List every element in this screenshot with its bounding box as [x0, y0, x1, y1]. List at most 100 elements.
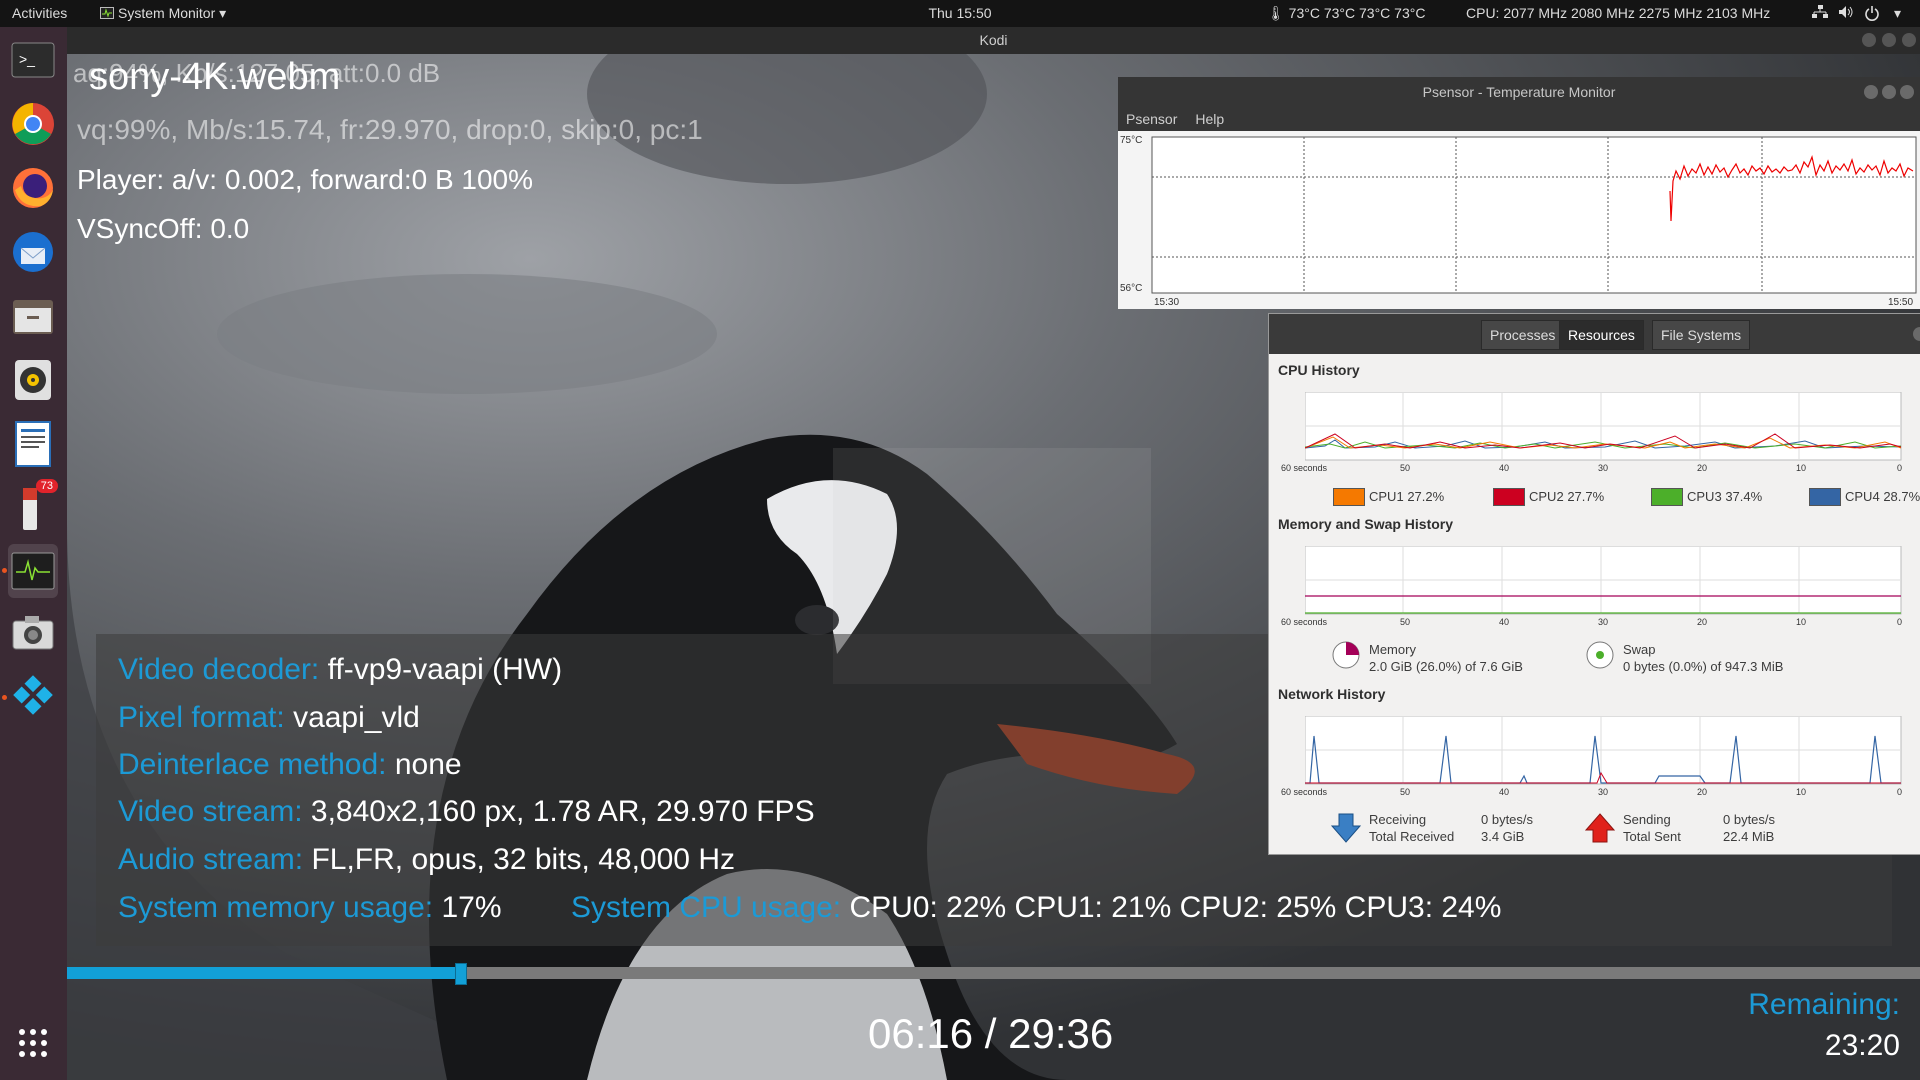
total-received-value: 3.4 GiB	[1481, 829, 1525, 844]
thunderbird-icon	[13, 232, 53, 272]
deinterlace-value: none	[394, 748, 462, 781]
screenshot-icon	[12, 616, 54, 650]
show-applications-button[interactable]	[8, 1018, 58, 1068]
network-history-graph	[1305, 716, 1902, 785]
volume-icon[interactable]	[1838, 5, 1854, 22]
close-button[interactable]	[1902, 33, 1916, 47]
minimize-button[interactable]	[1864, 85, 1878, 99]
audio-stream-value: FL,FR, opus, 32 bits, 48,000 Hz	[311, 843, 735, 876]
temp-y-max: 75°C	[1120, 135, 1142, 146]
psensor-titlebar[interactable]: Psensor - Temperature Monitor	[1118, 77, 1920, 107]
temp-x-start: 15:30	[1154, 297, 1179, 308]
cpu-frequency-indicator[interactable]: CPU: 2077 MHz 2080 MHz 2275 MHz 2103 MHz	[1466, 5, 1770, 21]
memory-axis-tick: 10	[1796, 617, 1807, 627]
remaining-value: 23:20	[1824, 1029, 1900, 1062]
playback-time: 06:16 / 29:36	[868, 1010, 1114, 1057]
files-launcher[interactable]	[8, 291, 58, 341]
app-menu-label: System Monitor ▾	[118, 5, 227, 21]
memory-pie-icon[interactable]	[1331, 640, 1361, 670]
cpu2-swatch[interactable]	[1493, 488, 1525, 506]
dock: >_ 73	[0, 27, 67, 1080]
minimize-button[interactable]	[1913, 327, 1920, 341]
power-icon[interactable]	[1864, 5, 1880, 24]
maximize-button[interactable]	[1882, 85, 1896, 99]
menu-help[interactable]: Help	[1195, 111, 1224, 127]
software-launcher[interactable]: 73	[8, 479, 58, 533]
cpu-legend: CPU1 27.2% CPU2 27.7% CPU3 37.4% CPU4 28…	[1269, 487, 1920, 507]
total-sent-value: 22.4 MiB	[1723, 829, 1775, 844]
thermometer-icon: 🌡	[1267, 5, 1285, 21]
network-axis-tick: 40	[1499, 787, 1510, 797]
clock[interactable]: Thu 15:50	[928, 5, 991, 21]
running-indicator	[2, 568, 7, 573]
system-cpu-key: System CPU usage:	[571, 891, 842, 924]
minimize-button[interactable]	[1862, 33, 1876, 47]
firefox-launcher[interactable]	[8, 163, 58, 213]
memory-axis-tick: 20	[1697, 617, 1708, 627]
video-stream-row: Video stream: 3,840x2,160 px, 1.78 AR, 2…	[118, 795, 815, 829]
memory-axis-tick: 50	[1400, 617, 1411, 627]
app-menu-button[interactable]: System Monitor ▾	[100, 5, 226, 22]
memory-axis-tick: 40	[1499, 617, 1510, 627]
system-menu-arrow-icon[interactable]: ▾	[1894, 5, 1901, 22]
seek-bar[interactable]	[67, 963, 1920, 985]
tab-resources[interactable]: Resources	[1559, 320, 1644, 350]
kodi-titlebar[interactable]: Kodi	[67, 27, 1920, 54]
memory-label: Memory	[1369, 642, 1416, 657]
pixel-format-row: Pixel format: vaapi_vld	[118, 701, 420, 735]
swap-pie-icon[interactable]	[1585, 640, 1615, 670]
receiving-arrow-icon[interactable]	[1331, 812, 1361, 844]
cpu1-label: CPU1 27.2%	[1369, 489, 1445, 504]
cpu-axis-tick: 20	[1697, 463, 1708, 473]
cpu4-label: CPU4 28.7%	[1845, 489, 1920, 504]
network-icon[interactable]	[1812, 5, 1828, 22]
seek-bar-handle[interactable]	[454, 963, 467, 985]
cpu4-swatch[interactable]	[1809, 488, 1841, 506]
system-monitor-launcher[interactable]	[8, 544, 58, 598]
thunderbird-launcher[interactable]	[8, 227, 58, 277]
tab-processes[interactable]: Processes	[1481, 320, 1565, 350]
psensor-title: Psensor - Temperature Monitor	[1422, 84, 1616, 100]
memory-axis-tick: 30	[1598, 617, 1609, 627]
terminal-launcher[interactable]: >_	[8, 35, 58, 85]
cpu-history-graph	[1305, 392, 1902, 461]
cpu3-swatch[interactable]	[1651, 488, 1683, 506]
sending-arrow-icon[interactable]	[1585, 812, 1615, 844]
kodi-launcher[interactable]	[8, 670, 58, 720]
system-cpu-row: System CPU usage: CPU0: 22% CPU1: 21% CP…	[571, 891, 1501, 925]
temperature-values: 73°C 73°C 73°C 73°C	[1288, 5, 1426, 21]
psensor-menubar: Psensor Help	[1118, 107, 1920, 131]
osd-vsync: VSyncOff: 0.0	[77, 213, 250, 244]
chrome-launcher[interactable]	[8, 99, 58, 149]
video-decoder-row: Video decoder: ff-vp9-vaapi (HW)	[118, 653, 562, 687]
maximize-button[interactable]	[1882, 33, 1896, 47]
audio-stream-key: Audio stream:	[118, 843, 304, 876]
writer-icon	[15, 421, 51, 467]
cpu1-swatch[interactable]	[1333, 488, 1365, 506]
network-axis-tick: 10	[1796, 787, 1807, 797]
swap-value: 0 bytes (0.0%) of 947.3 MiB	[1623, 659, 1784, 674]
screenshot-launcher[interactable]	[8, 607, 58, 657]
temperature-indicator[interactable]: 🌡 73°C 73°C 73°C 73°C	[1267, 5, 1425, 22]
network-axis-tick: 30	[1598, 787, 1609, 797]
osd-video-stats: vq:99%, Mb/s:15.74, fr:29.970, drop:0, s…	[77, 114, 703, 145]
firefox-icon	[13, 168, 53, 208]
pixel-format-key: Pixel format:	[118, 701, 285, 734]
rhythmbox-launcher[interactable]	[8, 355, 58, 405]
cpu-axis-tick: 40	[1499, 463, 1510, 473]
svg-text:>_: >_	[19, 51, 35, 67]
menu-psensor[interactable]: Psensor	[1126, 111, 1177, 127]
network-history-heading: Network History	[1278, 686, 1386, 702]
audio-stream-row: Audio stream: FL,FR, opus, 32 bits, 48,0…	[118, 843, 735, 877]
activities-button[interactable]: Activities	[12, 5, 67, 21]
close-button[interactable]	[1900, 85, 1914, 99]
deinterlace-row: Deinterlace method: none	[118, 748, 462, 782]
cpu-axis-tick: 10	[1796, 463, 1807, 473]
video-stream-value: 3,840x2,160 px, 1.78 AR, 29.970 FPS	[310, 795, 815, 828]
system-monitor-icon	[11, 552, 55, 590]
cpu-axis-tick: 0	[1897, 463, 1903, 473]
tab-file-systems[interactable]: File Systems	[1652, 320, 1751, 350]
osd-player-stats: Player: a/v: 0.002, forward:0 B 100%	[77, 164, 534, 195]
running-indicator	[2, 695, 7, 700]
writer-launcher[interactable]	[8, 419, 58, 469]
